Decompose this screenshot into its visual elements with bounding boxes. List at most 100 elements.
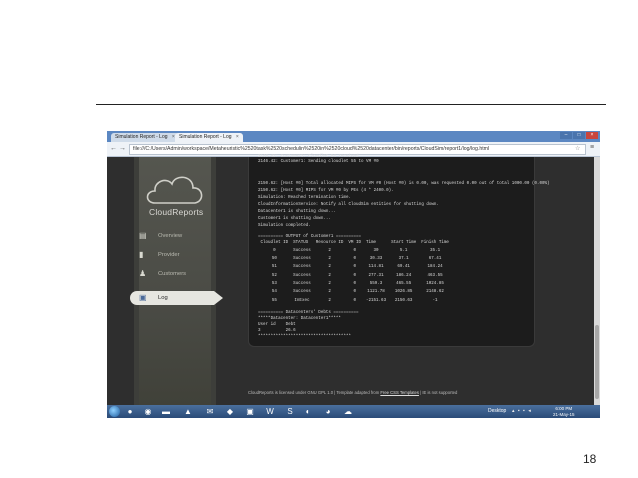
table-cell: 2148.62 bbox=[426, 290, 444, 295]
app-icon[interactable]: ◆ bbox=[223, 406, 237, 417]
table-row: 54 Success 2 0 1121.78 1026.85 2148.62 bbox=[258, 289, 451, 297]
chrome-icon[interactable]: ◉ bbox=[141, 406, 155, 417]
table-cell: 0 bbox=[353, 290, 356, 295]
menu-icon[interactable]: ≡ bbox=[590, 144, 594, 151]
table-header-cell: Start Time bbox=[391, 240, 417, 245]
table-cell: 50 bbox=[271, 257, 277, 262]
table-cell: Success bbox=[293, 290, 311, 295]
table-cell: 0 bbox=[353, 298, 356, 303]
folder-icon[interactable]: ▬ bbox=[159, 406, 173, 417]
cloud-app-icon[interactable]: ☁ bbox=[341, 406, 355, 417]
table-row: 53 Success 2 0 559.3 465.55 1024.85 bbox=[258, 280, 451, 288]
sidebar-item-label: Overview bbox=[158, 233, 183, 239]
scrollbar[interactable] bbox=[594, 157, 600, 405]
gimp-icon[interactable]: ◕ bbox=[321, 406, 335, 417]
outlook-icon[interactable]: ✉ bbox=[203, 406, 217, 417]
close-tab-icon[interactable]: × bbox=[236, 134, 239, 140]
table-cell: Success bbox=[293, 257, 311, 262]
table-cell: 67.41 bbox=[428, 257, 442, 262]
log-line: CloudInformationService: Notify all Clou… bbox=[258, 203, 439, 207]
table-header-cell: Cloudlet ID bbox=[260, 240, 289, 245]
desktop-toolbar-label[interactable]: Desktop bbox=[488, 408, 506, 414]
log-line: 2150.62: [Host #0] MIPS for VM #0 by PEs… bbox=[258, 189, 394, 193]
table-cell: 55 bbox=[271, 298, 277, 303]
sidebar-item-provider[interactable]: ▮ Provider bbox=[134, 248, 214, 262]
sidebar-item-label: Customers bbox=[158, 271, 187, 277]
firefox-icon[interactable]: ● bbox=[123, 406, 137, 417]
tab-simulation-report-1[interactable]: Simulation Report - Log × bbox=[111, 133, 179, 142]
table-cell: 1024.85 bbox=[426, 282, 444, 287]
table-cell: Success bbox=[293, 273, 311, 278]
scrollbar-thumb[interactable] bbox=[595, 325, 599, 399]
footer-text: CloudReports is licensed under GNU GPL 1… bbox=[248, 390, 381, 395]
table-cell: 37.1 bbox=[398, 257, 409, 262]
sidebar-item-overview[interactable]: ▤ Overview bbox=[134, 229, 214, 243]
table-cell: 2 bbox=[328, 290, 331, 295]
debts-line: User id Debt bbox=[258, 323, 296, 327]
cloudlet-results-table: Cloudlet ID STATUS Resource ID VM ID Time Sta… bbox=[258, 239, 451, 305]
clock[interactable]: 6:00 PM 21-May-15 bbox=[553, 406, 575, 417]
slide-rule bbox=[96, 104, 606, 105]
close-window-icon[interactable]: × bbox=[586, 132, 598, 139]
sidebar-panel: CloudReports bbox=[139, 157, 211, 405]
sidebar-item-log[interactable]: ▣ Log bbox=[130, 291, 224, 305]
browser-screenshot: Simulation Report - Log × Simulation Rep… bbox=[107, 131, 600, 418]
table-cell: 5.1 bbox=[399, 248, 408, 253]
table-cell: Success bbox=[293, 248, 311, 253]
table-cell: InExec bbox=[294, 298, 310, 303]
provider-icon: ▮ bbox=[139, 250, 144, 259]
log-line: 2150.62: [Host #0] Total allocated MIPS … bbox=[258, 182, 550, 186]
table-row: 52 Success 2 0 277.31 186.24 463.55 bbox=[258, 272, 451, 280]
table-cell: 0 bbox=[353, 257, 356, 262]
footer-link[interactable]: Free CSS Templates bbox=[380, 390, 419, 395]
table-cell: 2150.63 bbox=[394, 298, 413, 303]
customers-icon: ♟ bbox=[139, 269, 147, 278]
sidebar-item-label: Log bbox=[158, 295, 168, 301]
log-line: 2146.42: Customer1: Sending cloudlet 55 … bbox=[258, 160, 379, 164]
table-cell: 184.24 bbox=[427, 265, 443, 270]
log-line: Datacenter1 is shutting down... bbox=[258, 210, 336, 214]
debts-line: *****Datacenter: Datacenter1***** bbox=[258, 317, 341, 321]
tab-simulation-report-2[interactable]: Simulation Report - Log × bbox=[175, 133, 243, 142]
back-icon[interactable]: ← bbox=[110, 145, 117, 153]
table-header-cell: STATUS bbox=[293, 240, 309, 245]
maximize-icon[interactable]: □ bbox=[573, 132, 585, 139]
tab-bar: Simulation Report - Log × Simulation Rep… bbox=[107, 131, 600, 142]
log-line: Customer1 is shutting down... bbox=[258, 217, 331, 221]
table-cell: 2 bbox=[328, 282, 331, 287]
log-line: Simulation completed. bbox=[258, 224, 311, 228]
table-cell: 186.24 bbox=[396, 273, 412, 278]
table-cell: 465.55 bbox=[396, 282, 412, 287]
minimize-icon[interactable]: – bbox=[560, 132, 572, 139]
table-cell: Success bbox=[293, 282, 311, 287]
page-footer: CloudReports is licensed under GNU GPL 1… bbox=[248, 390, 548, 395]
bookmark-star-icon[interactable]: ☆ bbox=[575, 145, 580, 152]
sidebar: CloudReports ▤ Overview ▮ Provider ♟ Cus… bbox=[130, 157, 223, 405]
address-bar[interactable]: file:///C:/Users/Admin/workspace/Metaheu… bbox=[129, 144, 586, 155]
system-tray-icons[interactable]: ▴ ▪ ▪ ◂ bbox=[512, 408, 532, 414]
report-page: CloudReports ▤ Overview ▮ Provider ♟ Cus… bbox=[107, 155, 600, 405]
table-cell: Success bbox=[293, 265, 311, 270]
eclipse-icon[interactable]: ◐ bbox=[301, 406, 315, 417]
pdf-icon[interactable]: ▲ bbox=[181, 406, 195, 417]
table-cell: 0 bbox=[353, 248, 356, 253]
start-button[interactable] bbox=[109, 406, 120, 417]
sidebar-item-label: Provider bbox=[158, 252, 180, 258]
table-cell: 2 bbox=[328, 273, 331, 278]
forward-icon[interactable]: → bbox=[119, 145, 126, 153]
table-cell: 2 bbox=[328, 265, 331, 270]
table-cell: -2151.63 bbox=[365, 298, 387, 303]
table-cell: 53 bbox=[271, 282, 277, 287]
powerpoint-icon[interactable]: ▣ bbox=[243, 406, 257, 417]
table-header-cell: Finish Time bbox=[421, 240, 449, 245]
debts-line: ************************************* bbox=[258, 335, 351, 339]
table-cell: 52 bbox=[271, 273, 277, 278]
skype-icon[interactable]: S bbox=[283, 406, 297, 417]
slide-number: 18 bbox=[583, 452, 597, 466]
sidebar-item-customers[interactable]: ♟ Customers bbox=[134, 267, 214, 281]
tab-label: Simulation Report - Log bbox=[115, 134, 168, 140]
logo-text: CloudReports bbox=[149, 207, 204, 217]
debts-header: ========== Datacenters' Debts ========== bbox=[258, 311, 359, 315]
tab-label: Simulation Report - Log bbox=[179, 134, 232, 140]
word-icon[interactable]: W bbox=[263, 406, 277, 417]
